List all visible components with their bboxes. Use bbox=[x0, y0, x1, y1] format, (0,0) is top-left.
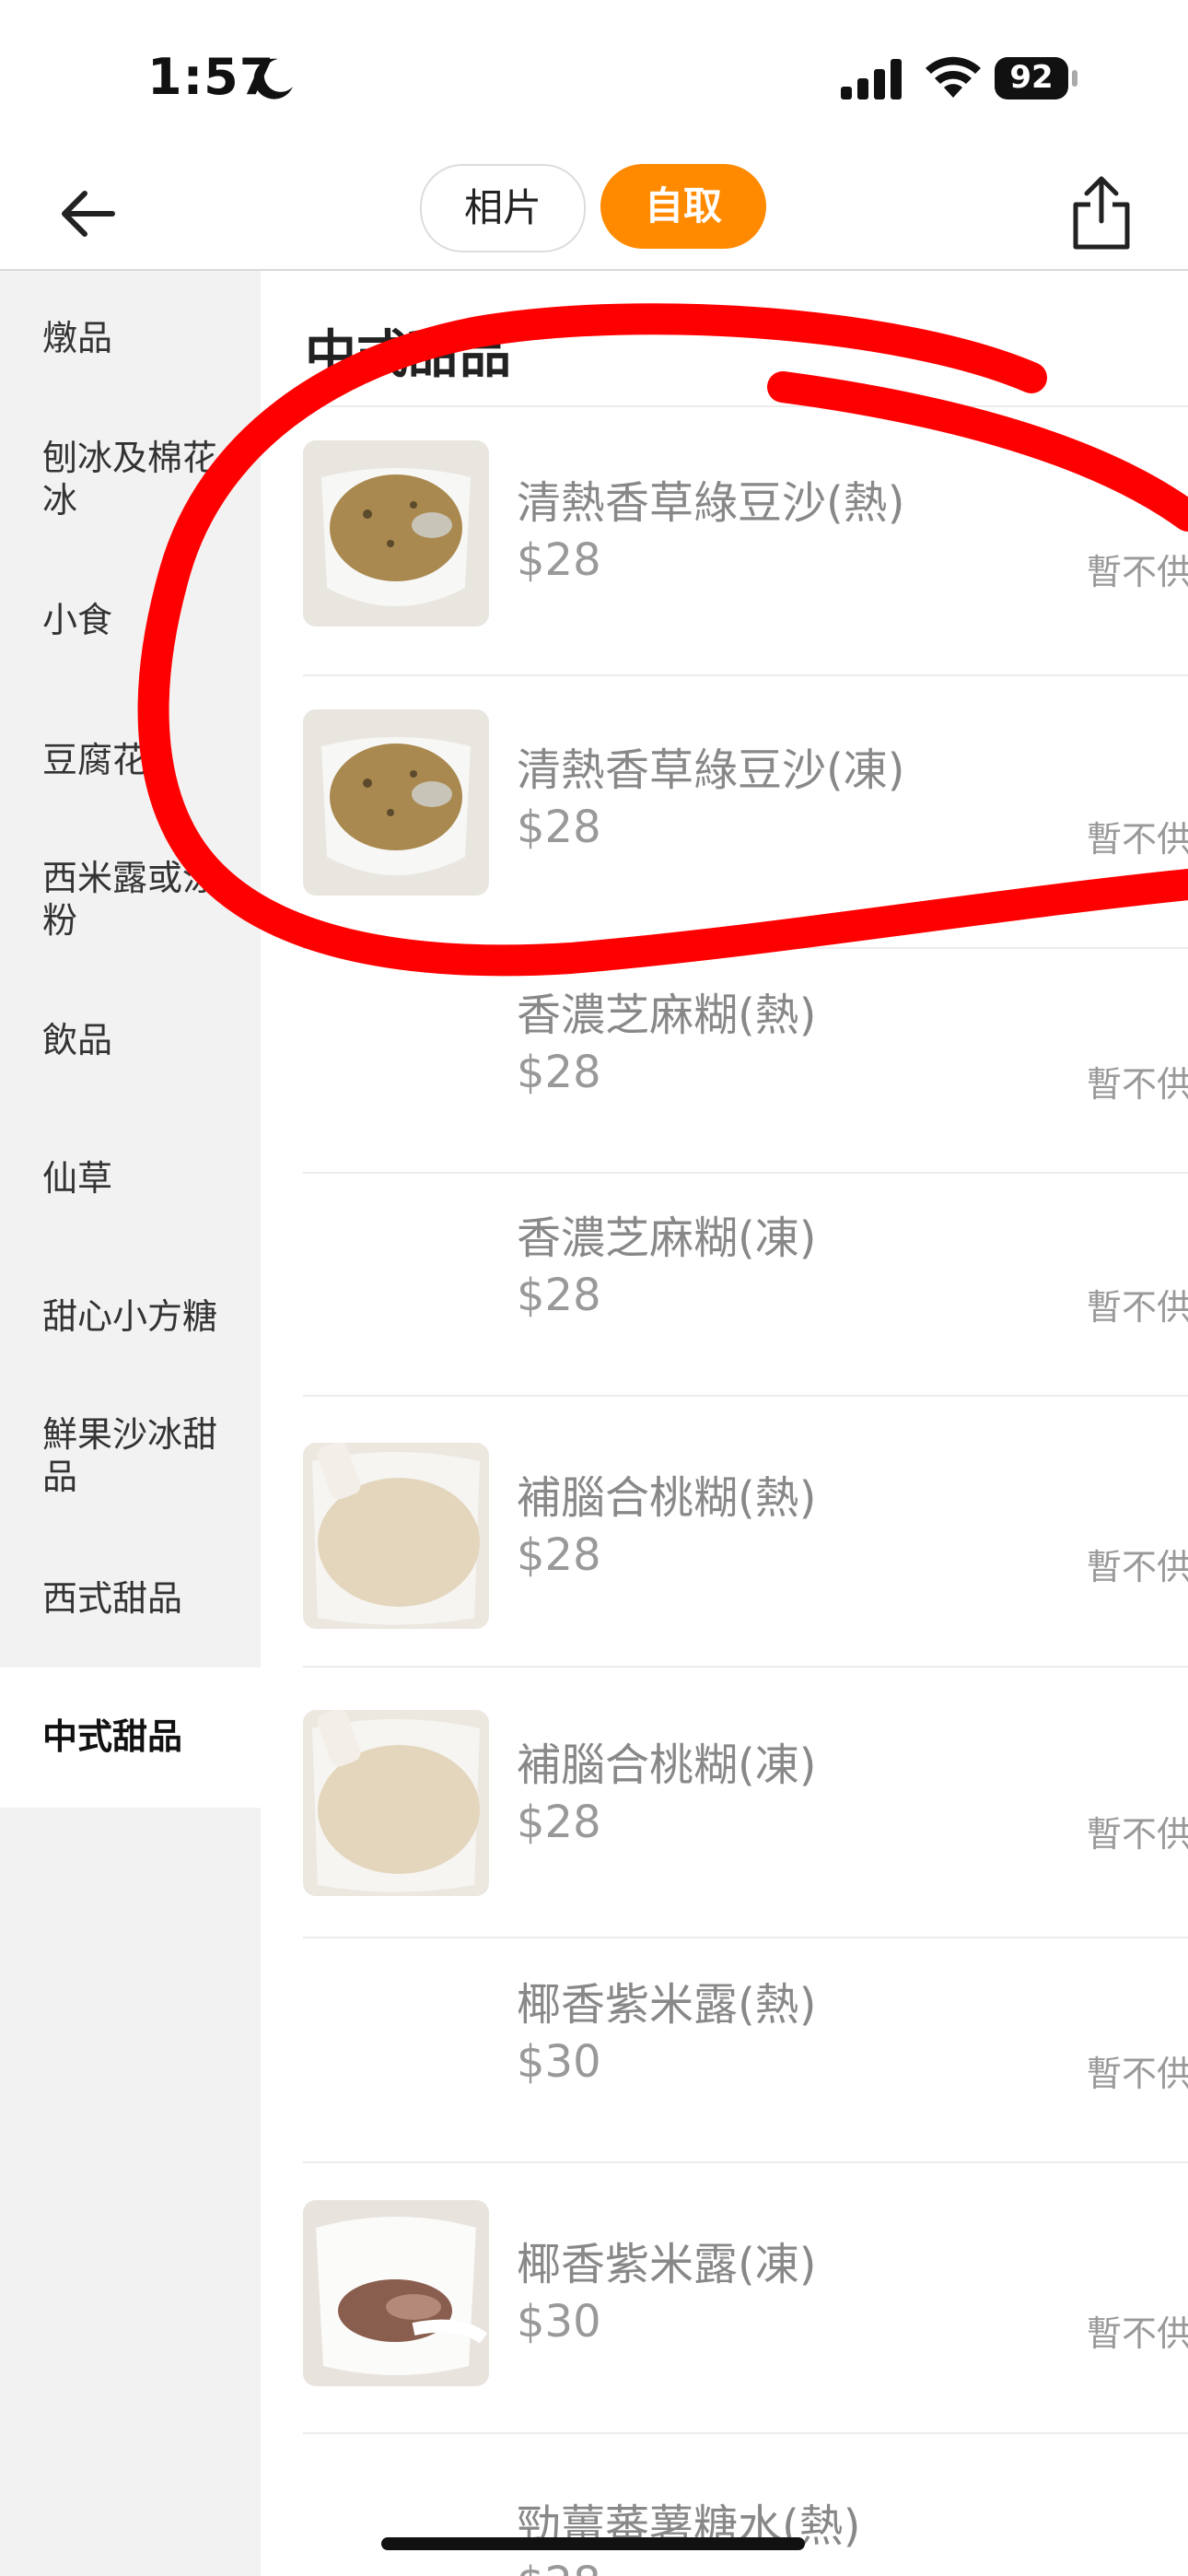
item-status: 暫不供應 bbox=[1086, 1064, 1188, 1105]
item-name: 椰香紫米露(凍) bbox=[517, 2239, 817, 2290]
sidebar-item-chinese-desserts[interactable]: 中式甜品 bbox=[0, 1668, 261, 1808]
list-item[interactable]: 香濃芝麻糊(熱) $28 暫不供應 bbox=[303, 949, 1188, 1174]
item-thumbnail bbox=[303, 2200, 489, 2386]
list-item[interactable]: 勁薑蕃薯糖水(熱) $28 暫不供應 bbox=[303, 2434, 1188, 2576]
item-thumbnail bbox=[303, 440, 489, 626]
wifi-icon bbox=[926, 56, 981, 98]
item-price: $28 bbox=[517, 1529, 601, 1581]
sidebar-item-grass-jelly[interactable]: 仙草 bbox=[0, 1157, 261, 1200]
list-item[interactable]: 清熱香草綠豆沙(凍) $28 暫不供應 bbox=[303, 676, 1188, 949]
item-price: $28 bbox=[517, 802, 601, 853]
share-icon[interactable] bbox=[1068, 173, 1135, 252]
item-status: 暫不供應 bbox=[1086, 1547, 1188, 1587]
sidebar-item-western-desserts[interactable]: 西式甜品 bbox=[0, 1577, 261, 1620]
sidebar-item-sugar-cubes[interactable]: 甜心小方糖 bbox=[0, 1295, 261, 1338]
item-price: $28 bbox=[517, 1797, 601, 1848]
item-status: 暫不供應 bbox=[1086, 819, 1188, 860]
item-price: $30 bbox=[517, 2296, 601, 2348]
item-name: 清熱香草綠豆沙(熱) bbox=[517, 477, 905, 529]
item-price: $28 bbox=[517, 2558, 601, 2576]
tab-photo[interactable]: 相片 bbox=[420, 164, 586, 252]
battery-indicator: 92 bbox=[995, 57, 1079, 101]
list-item[interactable]: 椰香紫米露(凍) $30 暫不供應 bbox=[303, 2163, 1188, 2434]
divider bbox=[303, 405, 1188, 407]
item-name: 椰香紫米露(熱) bbox=[517, 1979, 817, 2031]
section-title: 中式甜品 bbox=[305, 325, 511, 385]
item-thumbnail bbox=[303, 1710, 489, 1896]
status-bar: 1:57 92 bbox=[0, 0, 1188, 157]
item-status: 暫不供應 bbox=[1086, 2313, 1188, 2354]
list-item[interactable]: 補腦合桃糊(熱) $28 暫不供應 bbox=[303, 1397, 1188, 1668]
product-list: 中式甜品 清熱香草綠豆沙(熱) $28 暫不供應 清熱香草綠豆沙(凍) $28 … bbox=[261, 271, 1188, 2576]
item-price: $30 bbox=[517, 2036, 601, 2088]
list-item[interactable]: 清熱香草綠豆沙(熱) $28 暫不供應 bbox=[303, 409, 1188, 676]
item-status: 暫不供應 bbox=[1086, 1814, 1188, 1855]
item-name: 補腦合桃糊(凍) bbox=[517, 1739, 817, 1791]
item-thumbnail bbox=[303, 709, 489, 896]
item-name: 香濃芝麻糊(熱) bbox=[517, 989, 817, 1041]
home-indicator bbox=[381, 2537, 805, 2550]
sidebar-item-drinks[interactable]: 飲品 bbox=[0, 1019, 261, 1061]
category-sidebar: 燉品 刨冰及棉花冰 小食 豆腐花 西米露或涼粉 飲品 仙草 甜心小方糖 鮮果沙冰… bbox=[0, 271, 261, 2576]
list-item[interactable]: 椰香紫米露(熱) $30 暫不供應 bbox=[303, 1938, 1188, 2163]
tab-pickup[interactable]: 自取 bbox=[600, 164, 766, 249]
item-name: 補腦合桃糊(熱) bbox=[517, 1472, 817, 1524]
sidebar-item-snacks[interactable]: 小食 bbox=[0, 599, 261, 641]
item-status: 暫不供應 bbox=[1086, 2054, 1188, 2094]
item-price: $28 bbox=[517, 534, 601, 586]
item-price: $28 bbox=[517, 1047, 601, 1098]
item-status: 暫不供應 bbox=[1024, 2567, 1188, 2576]
item-thumbnail bbox=[303, 1443, 489, 1629]
view-mode-segment: 相片 自取 bbox=[420, 164, 770, 252]
battery-level: 92 bbox=[1009, 59, 1054, 96]
back-arrow-icon[interactable] bbox=[52, 177, 125, 251]
sidebar-item-fruit-smoothie[interactable]: 鮮果沙冰甜品 bbox=[0, 1413, 230, 1498]
item-name: 香濃芝麻糊(凍) bbox=[517, 1212, 817, 1264]
sidebar-item-shaved-ice[interactable]: 刨冰及棉花冰 bbox=[0, 437, 230, 521]
item-name: 清熱香草綠豆沙(凍) bbox=[517, 744, 905, 796]
sidebar-item-sago[interactable]: 西米露或涼粉 bbox=[0, 857, 230, 942]
list-item[interactable]: 香濃芝麻糊(凍) $28 暫不供應 bbox=[303, 1174, 1188, 1397]
list-item[interactable]: 補腦合桃糊(凍) $28 暫不供應 bbox=[303, 1668, 1188, 1938]
sidebar-item-tofu-pudding[interactable]: 豆腐花 bbox=[0, 739, 261, 781]
item-status: 暫不供應 bbox=[1086, 552, 1188, 592]
item-status: 暫不供應 bbox=[1086, 1287, 1188, 1328]
moon-icon bbox=[253, 58, 293, 100]
cellular-signal-icon bbox=[841, 59, 902, 100]
nav-bar: 相片 自取 bbox=[0, 157, 1188, 271]
sidebar-item-stewed[interactable]: 燉品 bbox=[0, 317, 261, 359]
item-price: $28 bbox=[517, 1270, 601, 1321]
